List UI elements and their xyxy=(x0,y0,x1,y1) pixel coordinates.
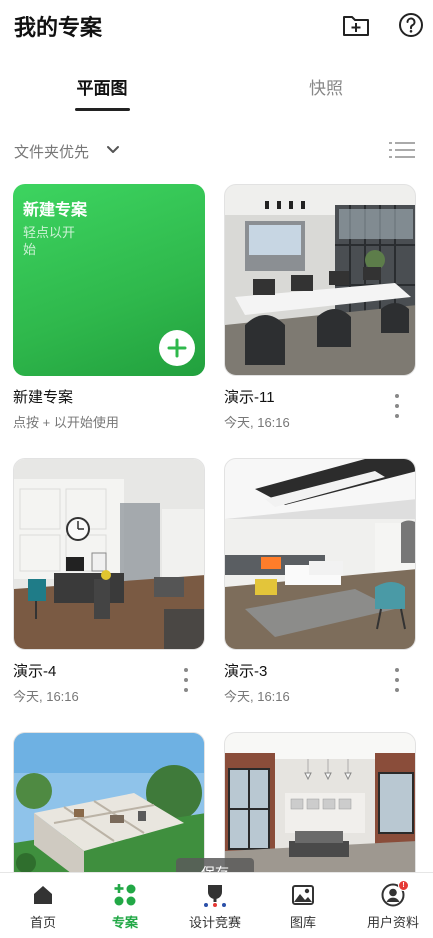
new-project-tile[interactable]: 新建专案 轻点以开始 xyxy=(13,184,205,376)
nav-user-profile[interactable]: ! 用户资料 xyxy=(350,873,433,938)
nav-gallery[interactable]: 图库 xyxy=(260,873,346,938)
folder-plus-icon xyxy=(343,16,369,36)
more-options-icon[interactable] xyxy=(390,394,404,418)
new-project-tile-title: 新建专案 xyxy=(23,202,88,219)
add-project-button[interactable] xyxy=(159,330,195,366)
nav-projects-label: 专案 xyxy=(111,915,138,930)
project-timestamp: 今天, 16:16 xyxy=(13,689,79,704)
new-project-subtitle: 点按 + 以开始使用 xyxy=(13,415,119,430)
project-thumbnail[interactable] xyxy=(224,184,416,376)
help-button[interactable] xyxy=(396,10,426,40)
project-title: 演示-11 xyxy=(224,389,275,406)
help-circle-icon xyxy=(399,13,423,37)
plus-icon xyxy=(167,338,187,358)
nav-design-contest[interactable]: 设计竞赛 xyxy=(172,873,258,938)
sort-dropdown[interactable]: 文件夹优先 xyxy=(14,141,89,162)
new-folder-button[interactable] xyxy=(341,10,371,40)
more-options-icon[interactable] xyxy=(179,668,193,692)
living-room-render-image xyxy=(225,459,415,649)
chevron-down-icon[interactable] xyxy=(106,142,120,156)
project-card[interactable]: 演示-4 今天, 16:16 xyxy=(13,458,205,704)
trophy-icon xyxy=(204,885,226,907)
notification-badge: ! xyxy=(398,880,409,891)
nav-home-label: 首页 xyxy=(29,915,56,930)
nav-design-contest-label: 设计竞赛 xyxy=(188,915,241,930)
project-card[interactable]: 演示-11 今天, 16:16 xyxy=(224,184,416,430)
project-title: 演示-4 xyxy=(13,663,57,680)
gallery-icon xyxy=(292,885,314,905)
list-view-icon[interactable] xyxy=(388,141,416,159)
tab-floor-plan[interactable]: 平面图 xyxy=(47,74,157,99)
nav-user-profile-label: 用户资料 xyxy=(366,915,419,930)
project-thumbnail[interactable] xyxy=(13,458,205,650)
page-title: 我的专案 xyxy=(14,15,103,40)
nav-home[interactable]: 首页 xyxy=(0,873,86,938)
new-project-card[interactable]: 新建专案 轻点以开始 新建专案 点按 + 以开始使用 xyxy=(13,184,205,430)
projects-grid-icon xyxy=(114,884,136,906)
office-render-image xyxy=(14,459,204,649)
active-tab-indicator xyxy=(75,108,130,111)
more-options-icon[interactable] xyxy=(390,668,404,692)
nav-gallery-label: 图库 xyxy=(289,915,316,930)
project-thumbnail[interactable] xyxy=(224,458,416,650)
bottom-navigation: 首页 专案 设计竞赛 图库 ! 用户资料 xyxy=(0,872,433,938)
view-tabs: 平面图 快照 xyxy=(0,62,433,112)
new-project-tile-hint: 轻点以开始 xyxy=(23,225,76,257)
project-timestamp: 今天, 16:16 xyxy=(224,415,290,430)
project-card[interactable]: 演示-3 今天, 16:16 xyxy=(224,458,416,704)
nav-projects[interactable]: 专案 xyxy=(82,873,168,938)
sort-bar: 文件夹优先 xyxy=(0,136,433,166)
project-timestamp: 今天, 16:16 xyxy=(224,689,290,704)
project-title: 演示-3 xyxy=(224,663,268,680)
office-render-image xyxy=(225,185,415,375)
tab-snapshots[interactable]: 快照 xyxy=(271,74,381,99)
new-project-title: 新建专案 xyxy=(13,389,74,406)
home-icon xyxy=(34,886,52,904)
top-app-bar: 我的专案 xyxy=(0,0,433,52)
